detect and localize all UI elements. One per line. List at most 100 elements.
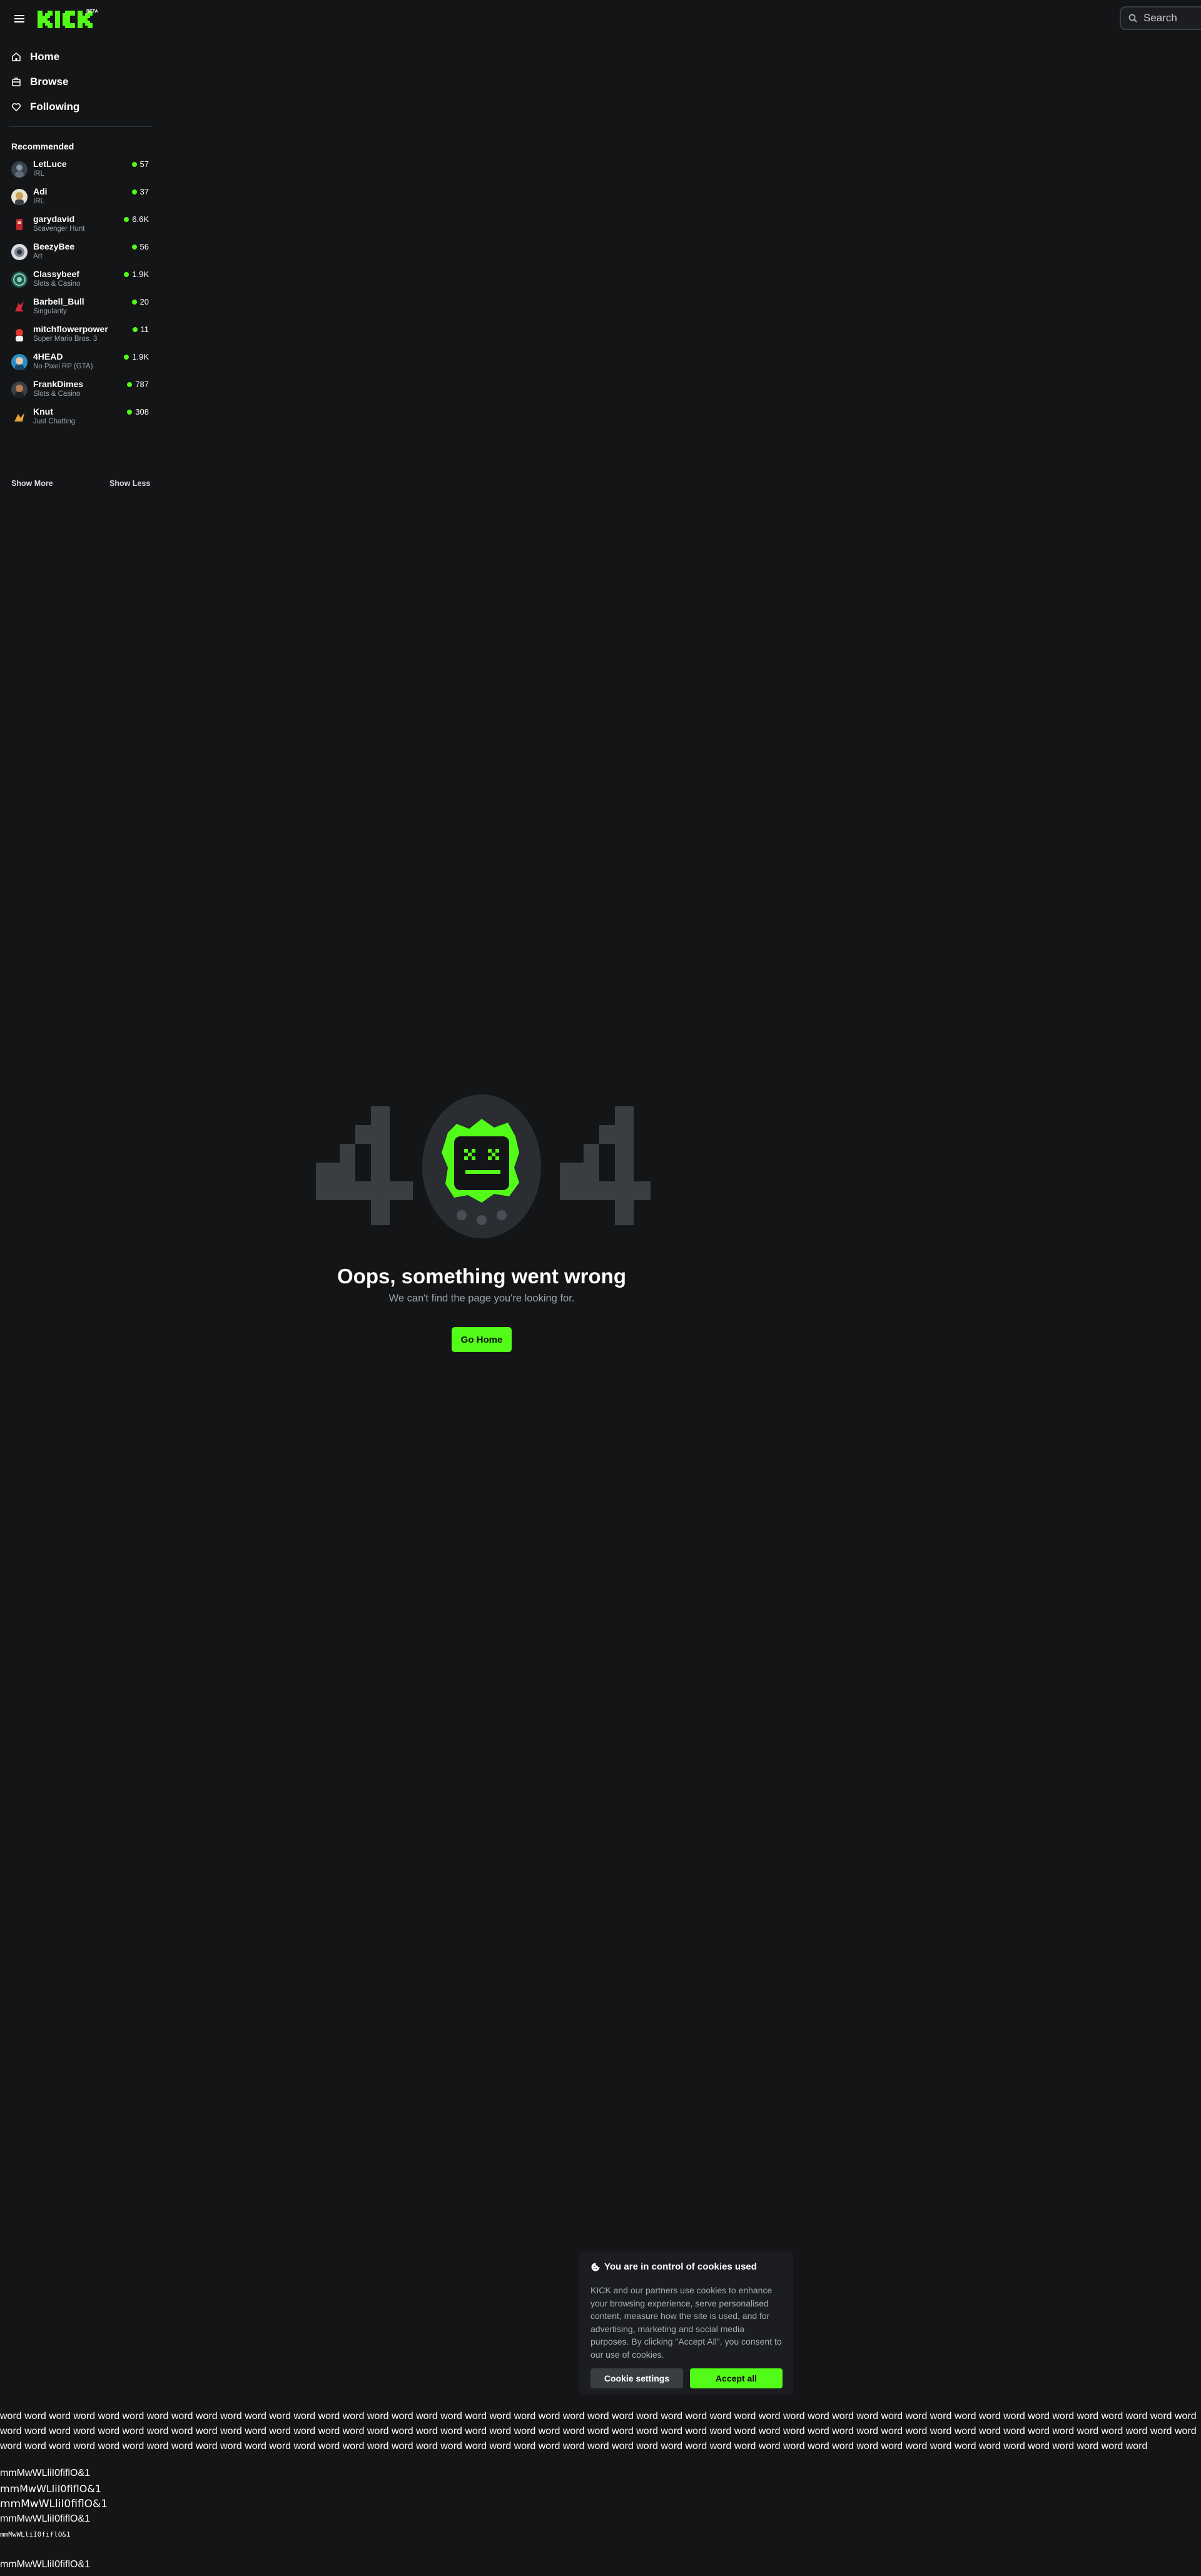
live-dot-icon (124, 354, 129, 360)
channel-item-garydavid[interactable]: garydavid Scavenger Hunt 6.6K (9, 213, 150, 236)
cookie-consent-banner: You are in control of cookies used KICK … (579, 2251, 793, 2395)
viewer-count: 11 (132, 325, 149, 334)
channel-name: garydavid (33, 214, 75, 224)
viewer-count-value: 787 (135, 380, 149, 389)
avatar (11, 299, 28, 315)
go-home-button[interactable]: Go Home (452, 1327, 512, 1352)
beta-badge: BETA (86, 9, 98, 14)
channel-name: Classybeef (33, 269, 79, 279)
channel-item-letluce[interactable]: LetLuce IRL 57 (9, 158, 150, 181)
viewer-count-value: 56 (139, 242, 149, 251)
channel-name: mitchflowerpower (33, 324, 108, 334)
live-dot-icon (131, 244, 137, 250)
show-less-button[interactable]: Show Less (109, 479, 150, 488)
channel-category: Just Chatting (33, 418, 76, 425)
channel-name: FrankDimes (33, 379, 84, 389)
avatar (11, 326, 28, 343)
channel-category: Scavenger Hunt (33, 225, 85, 233)
channel-category: Super Mario Bros. 3 (33, 335, 98, 343)
avatar (11, 271, 28, 288)
menu-icon[interactable] (13, 12, 26, 26)
viewer-count-value: 6.6K (132, 215, 149, 224)
sidebar-item-home[interactable]: Home (11, 48, 149, 66)
error-title: Oops, something went wrong (337, 1265, 626, 1288)
channel-item-frankdimes[interactable]: FrankDimes Slots & Casino 787 (9, 378, 150, 402)
viewer-count-value: 57 (139, 159, 149, 169)
cookie-title-text: You are in control of cookies used (604, 2261, 757, 2272)
channel-name: Knut (33, 407, 53, 417)
cookie-title: You are in control of cookies used (590, 2261, 757, 2272)
sidebar-item-browse[interactable]: Browse (11, 73, 149, 91)
channel-name: BeezyBee (33, 241, 75, 251)
font-test-line: mmMwWLliI0fiflO&1 (0, 2559, 91, 2570)
error-subtitle: We can't find the page you're looking fo… (388, 1293, 575, 1304)
viewer-count: 787 (127, 380, 149, 389)
cookie-settings-button[interactable]: Cookie settings (590, 2368, 683, 2388)
viewer-count: 6.6K (124, 215, 149, 224)
sidebar-item-label: Following (30, 101, 80, 113)
avatar (11, 409, 28, 425)
channel-item-knut[interactable]: Knut Just Chatting 308 (9, 405, 150, 429)
recommended-heading: Recommended (11, 141, 74, 151)
sidebar-item-label: Home (30, 51, 60, 63)
viewer-count-value: 11 (140, 325, 149, 334)
top-header: BETA (0, 0, 1201, 38)
cookie-description: KICK and our partners use cookies to enh… (590, 2285, 782, 2360)
avatar (11, 216, 28, 233)
channel-category: IRL (33, 170, 44, 178)
viewer-count-value: 1.9K (132, 352, 149, 361)
channel-item-adi[interactable]: Adi IRL 37 (9, 185, 150, 209)
viewer-count-value: 37 (139, 187, 149, 196)
tamagotchi-icon (422, 1094, 541, 1238)
avatar (11, 161, 28, 178)
viewer-count: 37 (131, 187, 149, 196)
search-input[interactable] (1142, 11, 1201, 25)
kick-logo[interactable]: BETA (36, 6, 105, 31)
channel-item-4head[interactable]: 4HEAD No Pixel RP (GTA) 1.9K (9, 350, 150, 374)
search-box[interactable] (1120, 6, 1201, 30)
channel-name: Barbell_Bull (33, 296, 84, 306)
channel-name: LetLuce (33, 159, 67, 169)
sidebar-item-following[interactable]: Following (11, 98, 149, 116)
live-dot-icon (131, 161, 137, 167)
live-dot-icon (127, 409, 133, 415)
channel-category: Slots & Casino (33, 390, 81, 398)
digit-four-left-icon (316, 1106, 413, 1225)
live-dot-icon (131, 299, 137, 305)
digit-four-right-icon (560, 1106, 657, 1225)
accept-all-button[interactable]: Accept all (690, 2368, 783, 2388)
viewer-count: 57 (131, 159, 149, 169)
avatar (11, 381, 28, 398)
live-dot-icon (131, 189, 137, 194)
channel-item-mitchflowerpower[interactable]: mitchflowerpower Super Mario Bros. 3 11 (9, 323, 150, 346)
font-test-line: mmMwWLliI0fiflO&1 (0, 2483, 101, 2495)
viewer-count: 1.9K (124, 270, 149, 279)
show-more-button[interactable]: Show More (11, 479, 53, 488)
cookie-icon (591, 2263, 600, 2271)
channel-category: No Pixel RP (GTA) (33, 363, 93, 370)
font-test-line: mmMwWLliI0fiflO&1 (0, 2513, 91, 2524)
avatar (11, 189, 28, 205)
channel-category: Slots & Casino (33, 280, 81, 288)
channel-category: Art (33, 253, 43, 260)
channel-name: Adi (33, 186, 48, 196)
live-dot-icon (127, 381, 133, 387)
error-404-illustration (313, 1091, 657, 1241)
sidebar-item-label: Browse (30, 76, 69, 88)
word-test-paragraph: word word word word word word word word … (0, 2411, 1197, 2452)
channel-category: Singularity (33, 308, 67, 315)
viewer-count-value: 1.9K (132, 270, 149, 279)
heart-icon (11, 103, 21, 111)
viewer-count: 1.9K (124, 352, 149, 361)
channel-item-barbell-bull[interactable]: Barbell_Bull Singularity 20 (9, 295, 150, 319)
channel-item-classybeef[interactable]: Classybeef Slots & Casino 1.9K (9, 268, 150, 291)
channel-item-beezybee[interactable]: BeezyBee Art 56 (9, 240, 150, 264)
font-test-line: mmMwWLliI0fiflO&1 (0, 2530, 71, 2538)
search-icon (1128, 14, 1137, 23)
browse-icon (12, 78, 21, 86)
avatar (11, 244, 28, 260)
channel-category: IRL (33, 198, 44, 205)
avatar (11, 354, 28, 370)
channel-name: 4HEAD (33, 351, 63, 361)
viewer-count-value: 20 (139, 297, 149, 306)
